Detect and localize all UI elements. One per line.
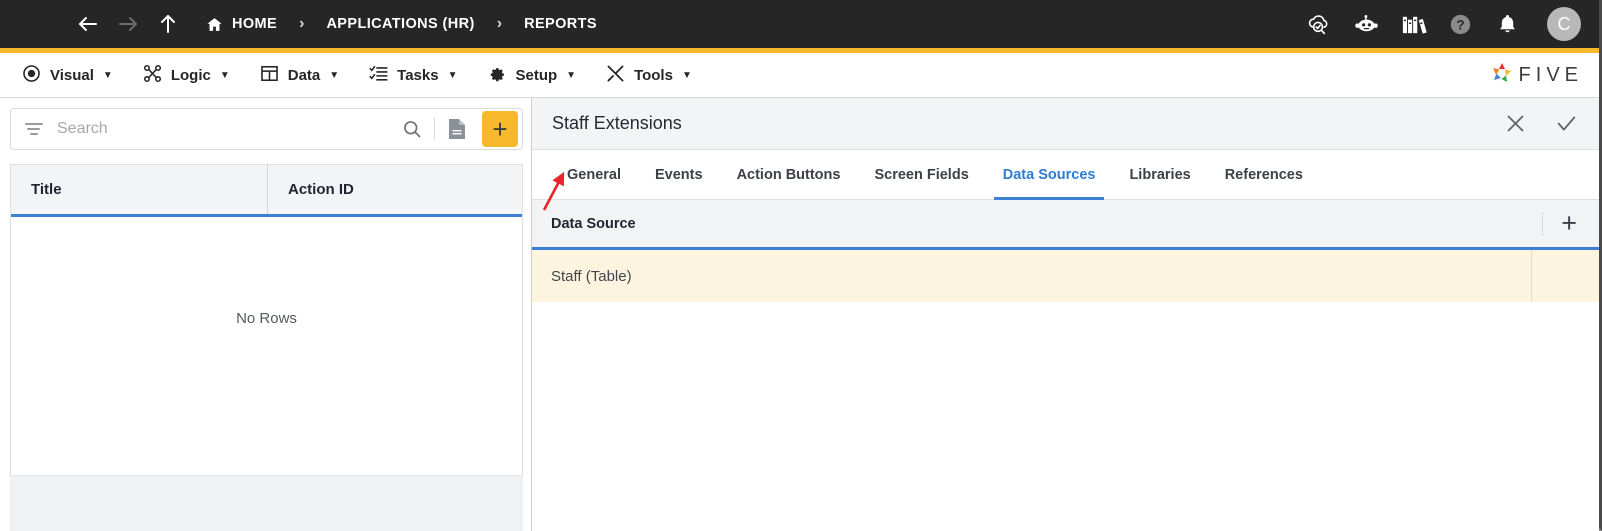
forward-arrow-icon[interactable] — [108, 9, 148, 39]
breadcrumb-separator-icon: › — [497, 16, 502, 32]
chevron-down-icon: ▼ — [566, 70, 576, 81]
breadcrumb-item-applications[interactable]: APPLICATIONS (HR) — [326, 16, 474, 32]
breadcrumb-label-home: HOME — [232, 16, 277, 32]
header-divider — [1542, 212, 1543, 236]
detail-panel-header: Staff Extensions — [532, 98, 1599, 150]
records-grid-footer — [10, 475, 523, 531]
menu-item-visual[interactable]: Visual ▼ — [14, 53, 135, 97]
chevron-down-icon: ▼ — [329, 70, 339, 81]
menu-item-tasks[interactable]: Tasks ▼ — [361, 53, 479, 97]
row-action-cell — [1531, 250, 1599, 302]
add-record-button[interactable]: + — [482, 111, 518, 147]
breadcrumb: HOME › APPLICATIONS (HR) › REPORTS — [206, 16, 597, 33]
data-source-grid-header: Data Source + — [532, 200, 1599, 250]
gear-icon — [487, 64, 506, 87]
cloud-check-icon[interactable] — [1306, 11, 1333, 38]
data-source-name: Staff (Table) — [532, 268, 1531, 285]
detail-tabs: General Events Action Buttons Screen Fie… — [532, 150, 1599, 200]
menu-label-tasks: Tasks — [397, 67, 438, 84]
user-avatar[interactable]: C — [1547, 7, 1581, 41]
table-row[interactable]: Staff (Table) — [532, 250, 1599, 302]
tab-action-buttons[interactable]: Action Buttons — [720, 150, 858, 199]
five-star-logo-icon — [1489, 60, 1515, 91]
data-source-header-actions: + — [1542, 210, 1577, 237]
breadcrumb-item-home[interactable]: HOME — [206, 16, 277, 33]
eye-icon — [22, 64, 41, 87]
robot-chat-icon[interactable] — [1353, 11, 1380, 38]
svg-text:?: ? — [1456, 17, 1464, 32]
filter-icon[interactable] — [25, 120, 43, 138]
left-list-panel: + Title Action ID No Rows — [0, 98, 532, 531]
home-icon — [206, 16, 223, 33]
checklist-icon — [369, 64, 388, 87]
menu-label-visual: Visual — [50, 67, 94, 84]
books-icon[interactable] — [1400, 11, 1427, 38]
menu-item-data[interactable]: Data ▼ — [252, 53, 361, 97]
search-bar: + — [10, 108, 523, 150]
column-header-action-id[interactable]: Action ID — [267, 165, 522, 214]
chevron-down-icon: ▼ — [448, 70, 458, 81]
menu-label-data: Data — [288, 67, 321, 84]
flow-nodes-icon — [143, 64, 162, 87]
detail-panel-actions — [1505, 113, 1577, 134]
data-source-grid-body: Staff (Table) — [532, 250, 1599, 531]
menu-item-logic[interactable]: Logic ▼ — [135, 53, 252, 97]
hamburger-menu-icon[interactable] — [22, 13, 44, 35]
help-circle-icon[interactable]: ? — [1447, 11, 1474, 38]
close-x-icon[interactable] — [1505, 113, 1526, 134]
detail-panel: Staff Extensions General Events Action B… — [532, 98, 1599, 531]
tab-data-sources[interactable]: Data Sources — [986, 150, 1113, 199]
tools-cross-icon — [606, 64, 625, 87]
column-header-data-source[interactable]: Data Source — [551, 216, 636, 232]
menu-label-tools: Tools — [634, 67, 673, 84]
column-header-title[interactable]: Title — [11, 165, 267, 214]
application-window: HOME › APPLICATIONS (HR) › REPORTS — [0, 0, 1602, 531]
top-bar-action-icons: ? C — [1306, 7, 1581, 41]
document-icon[interactable] — [438, 118, 476, 140]
chevron-down-icon: ▼ — [682, 70, 692, 81]
chevron-down-icon: ▼ — [103, 70, 113, 81]
tab-events[interactable]: Events — [638, 150, 720, 199]
add-data-source-button[interactable]: + — [1561, 210, 1577, 237]
search-divider — [434, 118, 435, 140]
tab-screen-fields[interactable]: Screen Fields — [857, 150, 985, 199]
records-grid: Title Action ID No Rows — [10, 164, 523, 475]
up-arrow-icon[interactable] — [148, 9, 188, 39]
menu-item-tools[interactable]: Tools ▼ — [598, 53, 714, 97]
page-title: Staff Extensions — [552, 113, 682, 134]
table-grid-icon — [260, 64, 279, 87]
tab-references[interactable]: References — [1208, 150, 1320, 199]
menu-item-setup[interactable]: Setup ▼ — [479, 53, 598, 97]
breadcrumb-separator-icon: › — [299, 16, 304, 32]
bell-icon[interactable] — [1494, 11, 1521, 38]
search-input[interactable] — [57, 120, 393, 138]
records-grid-header: Title Action ID — [11, 165, 522, 217]
empty-state-text: No Rows — [236, 310, 297, 327]
back-arrow-icon[interactable] — [68, 9, 108, 39]
tab-libraries[interactable]: Libraries — [1112, 150, 1207, 199]
plus-icon: + — [492, 114, 507, 145]
five-logo: FIVE — [1489, 60, 1583, 91]
menu-label-logic: Logic — [171, 67, 211, 84]
chevron-down-icon: ▼ — [220, 70, 230, 81]
five-logo-text: FIVE — [1519, 64, 1583, 87]
top-navigation-bar: HOME › APPLICATIONS (HR) › REPORTS — [0, 0, 1599, 48]
main-menu-bar: Visual ▼ Logic ▼ Data ▼ Tasks ▼ — [0, 53, 1599, 98]
menu-label-setup: Setup — [515, 67, 557, 84]
magnifier-icon[interactable] — [393, 119, 431, 139]
main-body: + Title Action ID No Rows Staff Extensio… — [0, 98, 1599, 531]
check-icon[interactable] — [1556, 113, 1577, 134]
tab-general[interactable]: General — [550, 150, 638, 199]
breadcrumb-item-reports[interactable]: REPORTS — [524, 16, 597, 32]
records-grid-body: No Rows — [11, 217, 522, 475]
